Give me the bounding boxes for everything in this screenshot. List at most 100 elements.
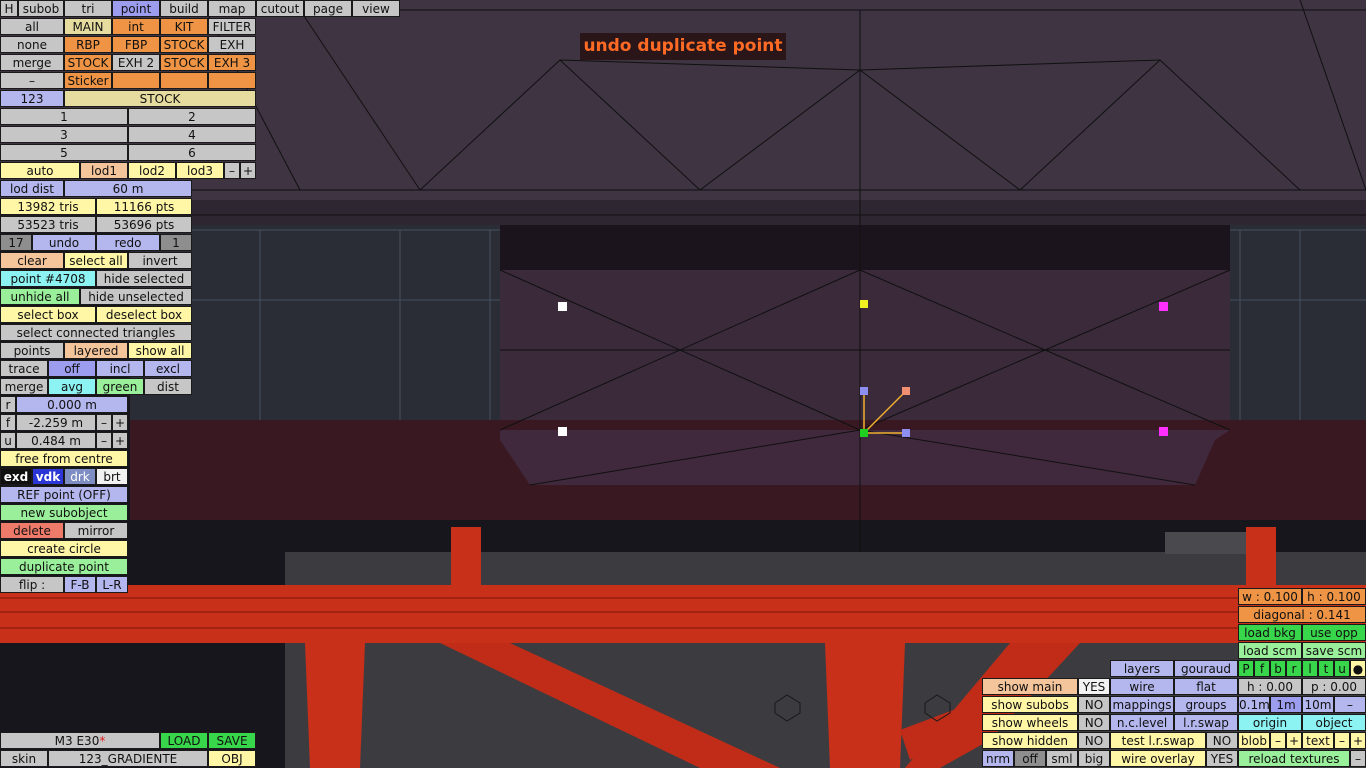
create-circle-button[interactable]: create circle [0, 540, 128, 557]
free-from-centre-button[interactable]: free from centre [0, 450, 128, 467]
subob-int[interactable]: int [112, 18, 160, 35]
trace-excl[interactable]: excl [144, 360, 192, 377]
number-button-6[interactable]: 6 [128, 144, 256, 161]
subob-current-number[interactable]: 123 [0, 90, 64, 107]
menu-view[interactable]: view [352, 0, 400, 17]
lod-2[interactable]: lod2 [128, 162, 176, 179]
coord-f-minus[interactable]: – [96, 414, 112, 431]
subob-dash[interactable]: – [0, 72, 64, 89]
heading-value[interactable]: h : 0.00 [1238, 678, 1302, 695]
shade-exd[interactable]: exd [0, 468, 32, 485]
text-minus[interactable]: – [1334, 732, 1350, 749]
shade-drk[interactable]: drk [64, 468, 96, 485]
invert-button[interactable]: invert [128, 252, 192, 269]
select-box-button[interactable]: select box [0, 306, 96, 323]
subob-stock-3[interactable]: STOCK [160, 54, 208, 71]
number-button-5[interactable]: 5 [0, 144, 128, 161]
menu-build[interactable]: build [160, 0, 208, 17]
skin-name[interactable]: 123_GRADIENTE [48, 750, 208, 767]
delete-button[interactable]: delete [0, 522, 64, 539]
show-main-toggle[interactable]: YES [1078, 678, 1110, 695]
gouraud-button[interactable]: gouraud [1174, 660, 1238, 677]
subob-empty-2[interactable] [160, 72, 208, 89]
nc-level-button[interactable]: n.c.level [1110, 714, 1174, 731]
subob-exh2[interactable]: EXH 2 [112, 54, 160, 71]
duplicate-point-button[interactable]: duplicate point [0, 558, 128, 575]
grid-height[interactable]: h : 0.100 [1302, 588, 1366, 605]
view-t[interactable]: t [1318, 660, 1334, 677]
view-p[interactable]: P [1238, 660, 1254, 677]
coord-u-plus[interactable]: + [112, 432, 128, 449]
menu-page[interactable]: page [304, 0, 352, 17]
grid-width[interactable]: w : 0.100 [1238, 588, 1302, 605]
hide-selected-button[interactable]: hide selected [96, 270, 192, 287]
step-0-1m[interactable]: 0.1m [1238, 696, 1270, 713]
view-b[interactable]: b [1270, 660, 1286, 677]
coord-r-value[interactable]: 0.000 m [16, 396, 128, 413]
lod-auto[interactable]: auto [0, 162, 80, 179]
size-nrm[interactable]: nrm [982, 750, 1014, 767]
save-button[interactable]: SAVE [208, 732, 256, 749]
view-u[interactable]: u [1334, 660, 1350, 677]
number-button-4[interactable]: 4 [128, 126, 256, 143]
subob-rbp[interactable]: RBP [64, 36, 112, 53]
layered-mode[interactable]: layered [64, 342, 128, 359]
wire-button[interactable]: wire [1110, 678, 1174, 695]
point-id[interactable]: point #4708 [0, 270, 96, 287]
select-all-button[interactable]: select all [64, 252, 128, 269]
lod-dist-value[interactable]: 60 m [64, 180, 192, 197]
size-off[interactable]: off [1014, 750, 1046, 767]
load-button[interactable]: LOAD [160, 732, 208, 749]
wire-overlay-toggle[interactable]: YES [1206, 750, 1238, 767]
lod-1[interactable]: lod1 [80, 162, 128, 179]
new-subobject-button[interactable]: new subobject [0, 504, 128, 521]
trace-off[interactable]: off [48, 360, 96, 377]
show-all-button[interactable]: show all [128, 342, 192, 359]
blob-minus[interactable]: – [1270, 732, 1286, 749]
unhide-all-button[interactable]: unhide all [0, 288, 80, 305]
number-button-1[interactable]: 1 [0, 108, 128, 125]
lod-plus[interactable]: + [240, 162, 256, 179]
reload-textures-button[interactable]: reload textures [1238, 750, 1350, 767]
subob-stock-1[interactable]: STOCK [160, 36, 208, 53]
subob-stock-2[interactable]: STOCK [64, 54, 112, 71]
subob-all[interactable]: all [0, 18, 64, 35]
lr-swap-button[interactable]: l.r.swap [1174, 714, 1238, 731]
menu-point[interactable]: point [112, 0, 160, 17]
step-minus[interactable]: – [1334, 696, 1366, 713]
subob-none[interactable]: none [0, 36, 64, 53]
shade-vdk[interactable]: vdk [32, 468, 64, 485]
blob-plus[interactable]: + [1286, 732, 1302, 749]
clear-button[interactable]: clear [0, 252, 64, 269]
redo-button[interactable]: redo [96, 234, 160, 251]
points-mode[interactable]: points [0, 342, 64, 359]
menu-tri[interactable]: tri [64, 0, 112, 17]
show-wheels-toggle[interactable]: NO [1078, 714, 1110, 731]
shade-brt[interactable]: brt [96, 468, 128, 485]
subob-exh3[interactable]: EXH 3 [208, 54, 256, 71]
subob-sticker[interactable]: Sticker [64, 72, 112, 89]
use-opp-button[interactable]: use opp [1302, 624, 1366, 641]
number-button-2[interactable]: 2 [128, 108, 256, 125]
deselect-box-button[interactable]: deselect box [96, 306, 192, 323]
subob-main[interactable]: MAIN [64, 18, 112, 35]
menu-map[interactable]: map [208, 0, 256, 17]
coord-u-minus[interactable]: – [96, 432, 112, 449]
lod-3[interactable]: lod3 [176, 162, 224, 179]
test-lr-swap-toggle[interactable]: NO [1206, 732, 1238, 749]
coord-f-plus[interactable]: + [112, 414, 128, 431]
undo-button[interactable]: undo [32, 234, 96, 251]
save-scm-button[interactable]: save scm [1302, 642, 1366, 659]
flip-fb-button[interactable]: F-B [64, 576, 96, 593]
subob-filter[interactable]: FILTER [208, 18, 256, 35]
object-button[interactable]: object [1302, 714, 1366, 731]
trace-incl[interactable]: incl [96, 360, 144, 377]
subob-merge[interactable]: merge [0, 54, 64, 71]
merge-green[interactable]: green [96, 378, 144, 395]
size-sml[interactable]: sml [1046, 750, 1078, 767]
load-bkg-button[interactable]: load bkg [1238, 624, 1302, 641]
menu-cutout[interactable]: cutout [256, 0, 304, 17]
show-subobs-toggle[interactable]: NO [1078, 696, 1110, 713]
reload-textures-minus[interactable]: – [1350, 750, 1366, 767]
subob-exh[interactable]: EXH [208, 36, 256, 53]
